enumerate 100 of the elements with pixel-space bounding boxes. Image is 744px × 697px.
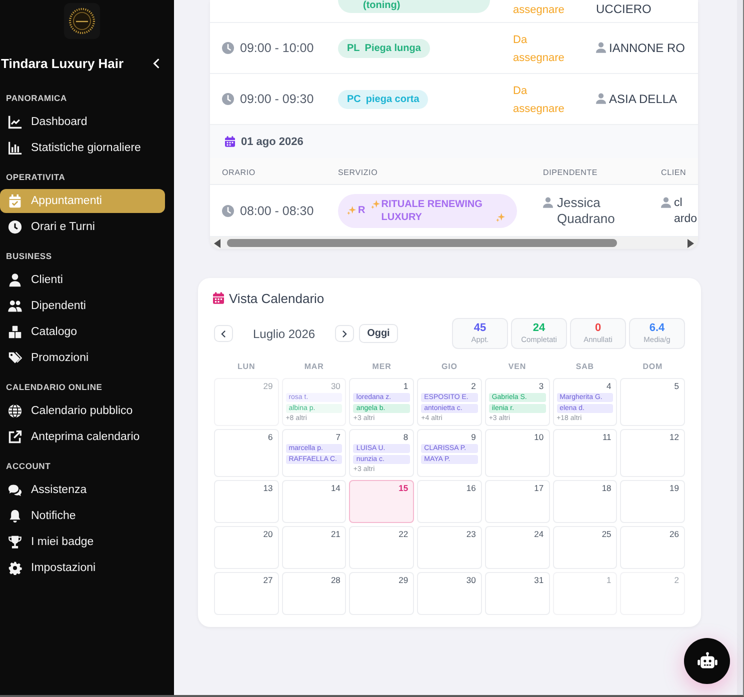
weekday-label: LUN (238, 361, 256, 373)
day-cell[interactable]: 18 (552, 480, 618, 523)
service-name: piega corta (366, 93, 420, 106)
day-cell[interactable]: 31 (484, 572, 550, 615)
clock-icon (8, 220, 22, 234)
salon-logo (64, 3, 100, 39)
sparkle-icon (496, 212, 506, 222)
sparkle-icon (371, 200, 380, 208)
sidebar-item[interactable]: I miei badge (0, 530, 165, 554)
day-number: 11 (602, 432, 612, 442)
day-number: 30 (330, 381, 342, 391)
bar-chart-icon (8, 141, 22, 155)
calendar-title: Vista Calendario (229, 290, 324, 306)
day-number: 30 (466, 575, 477, 585)
day-cell[interactable]: 21 (282, 526, 346, 569)
day-cell[interactable]: 10 (484, 429, 550, 477)
clock-icon (222, 204, 234, 216)
day-cell[interactable]: 5 (620, 378, 685, 426)
brand-name: Tindara Luxury Hair (0, 56, 124, 70)
day-cell[interactable]: 14 (282, 480, 346, 523)
date-heading: 01 ago 2026 (241, 136, 304, 148)
sparkle-icon (347, 206, 356, 215)
day-number: 20 (263, 529, 274, 539)
person-icon (596, 42, 606, 53)
sidebar-item[interactable]: Catalogo (0, 320, 165, 344)
day-cell[interactable]: 15 (349, 480, 414, 523)
weekday-label: VEN (508, 361, 526, 373)
calendar-icon (225, 136, 235, 147)
day-cell[interactable]: 30 (417, 572, 482, 615)
day-number: 31 (534, 575, 545, 585)
day-cell[interactable]: 28 (282, 572, 346, 615)
day-cell[interactable]: 16 (417, 480, 482, 523)
day-cell[interactable]: 13 (214, 480, 279, 523)
day-cell[interactable]: 27 (214, 572, 279, 615)
day-number: 8 (403, 432, 410, 442)
sidebar-item[interactable]: Statistiche giornaliere (0, 136, 165, 160)
weekday-label: SAB (576, 361, 594, 373)
sidebar-item[interactable]: Calendario pubblico (0, 399, 165, 423)
sidebar-item[interactable]: Notifiche (0, 504, 165, 528)
day-number: 3 (538, 381, 545, 391)
section-heading: CALENDARIO ONLINE (6, 381, 104, 394)
chevron-left-icon (221, 330, 226, 338)
sidebar-item[interactable]: Impostazioni (0, 556, 165, 580)
column-header: DIPENDENTE (543, 168, 598, 177)
day-cell[interactable]: 29 (349, 572, 414, 615)
trophy-icon (8, 535, 22, 549)
sidebar-item[interactable]: Anteprima calendario (0, 425, 165, 449)
weekday-label: GIO (442, 361, 458, 373)
appointment-time: 09:00 - 10:00 (240, 41, 314, 55)
day-number: 1 (403, 381, 410, 391)
day-cell[interactable]: 22 (349, 526, 414, 569)
staff-name: Da assegnare (513, 85, 564, 115)
service-code: PL (347, 42, 360, 55)
boxes-icon (8, 325, 22, 339)
day-number: 10 (534, 432, 545, 442)
day-cell[interactable]: 25 (552, 526, 618, 569)
scroll-right-icon[interactable] (687, 238, 694, 248)
scrollbar-thumb[interactable] (227, 239, 617, 247)
day-cell[interactable]: 24 (484, 526, 550, 569)
weekday-label: MER (372, 361, 392, 373)
day-cell[interactable]: 23 (417, 526, 482, 569)
line-chart-icon (8, 115, 22, 129)
section-heading: PANORAMICA (6, 92, 68, 105)
appointment-time: 09:00 - 09:30 (240, 92, 314, 106)
calendar-icon (213, 292, 224, 304)
day-number: 19 (670, 483, 680, 493)
sidebar-item[interactable]: Clienti (0, 268, 165, 292)
stat-value: 45 (474, 322, 486, 335)
settings-icon (8, 561, 22, 575)
sidebar-item[interactable]: Orari e Turni (0, 215, 165, 239)
day-cell[interactable]: 17 (484, 480, 550, 523)
service-name: RITUALE RENEWING LUXURY (381, 198, 484, 224)
day-cell[interactable]: 12 (620, 429, 685, 477)
day-number: 22 (398, 529, 410, 539)
collapse-button[interactable] (151, 56, 162, 70)
next-month-button[interactable] (335, 325, 354, 342)
previous-month-button[interactable] (214, 325, 233, 342)
day-cell[interactable]: 26 (620, 526, 685, 569)
sidebar-item[interactable]: Dipendenti (0, 294, 165, 318)
day-cell[interactable]: 20 (214, 526, 279, 569)
day-number: 27 (263, 575, 274, 585)
day-cell[interactable]: 6 (214, 429, 279, 477)
stat-value: 24 (532, 322, 546, 335)
weekday-label: DOM (642, 361, 663, 373)
day-cell[interactable]: 19 (620, 480, 685, 523)
sidebar-item[interactable]: Assistenza (0, 478, 165, 502)
column-header: CLIEN (661, 168, 686, 177)
person-icon (543, 196, 553, 208)
clock-icon (222, 93, 234, 105)
service-name: Piega lunga (364, 42, 421, 55)
day-cell[interactable]: 11 (552, 429, 618, 477)
section-heading: BUSINESS (6, 250, 53, 263)
sidebar-item[interactable]: Promozioni (0, 346, 165, 370)
horizontal-scrollbar[interactable] (210, 237, 698, 249)
sidebar-item[interactable]: Dashboard (0, 110, 165, 134)
scroll-left-icon[interactable] (214, 238, 221, 248)
day-number: 16 (466, 483, 477, 493)
day-number: 7 (336, 432, 342, 442)
users-icon (8, 299, 22, 313)
today-button[interactable]: Oggi (359, 324, 398, 343)
